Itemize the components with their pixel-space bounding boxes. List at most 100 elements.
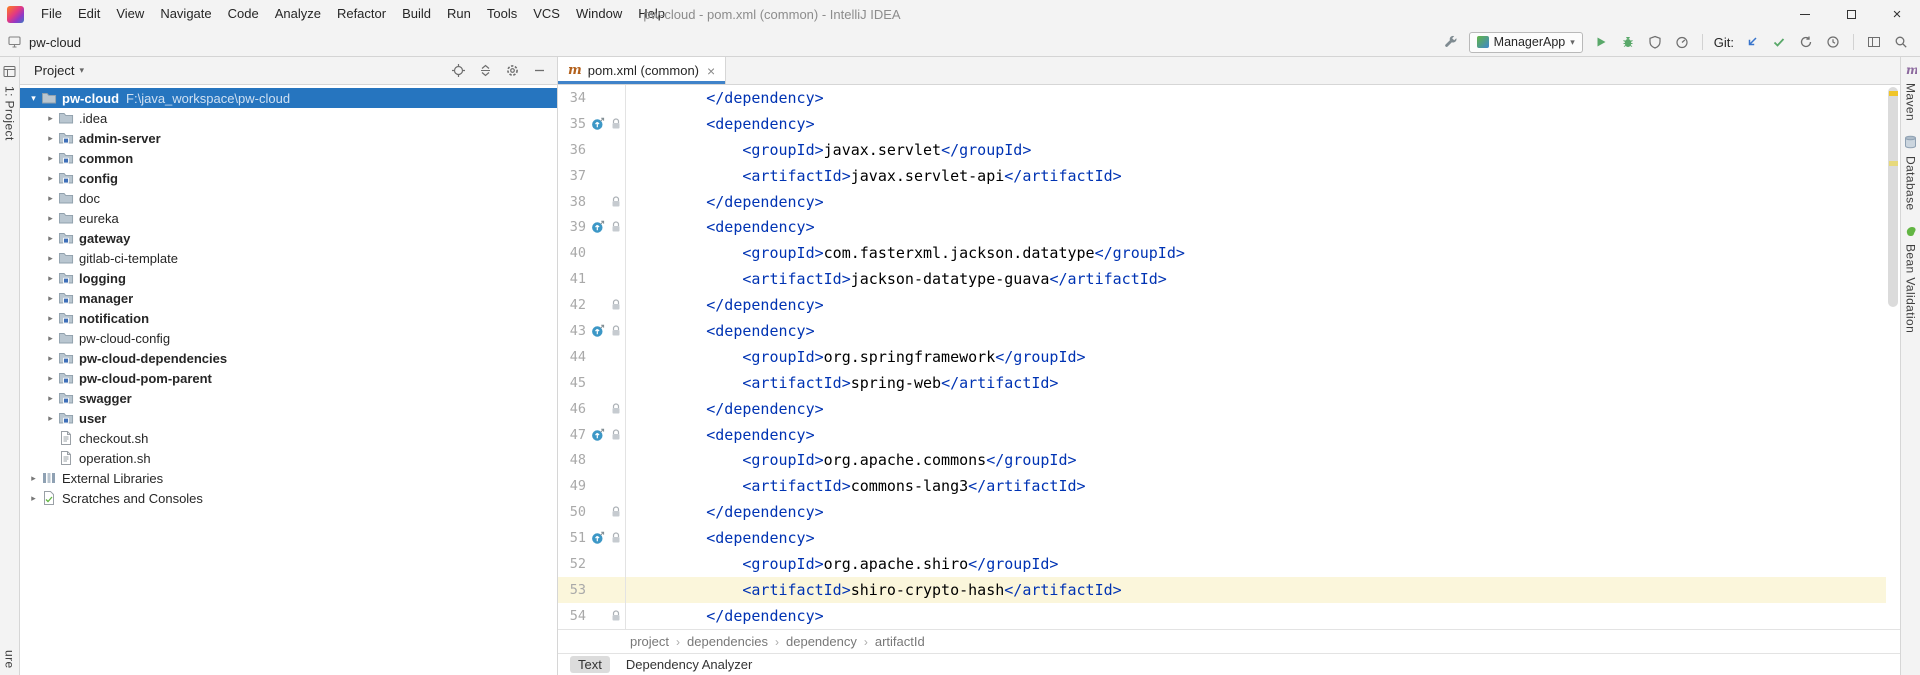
menu-edit[interactable]: Edit xyxy=(70,0,108,28)
tree-item-config[interactable]: ▸config xyxy=(20,168,557,188)
bottom-tab-text[interactable]: Text xyxy=(570,656,610,673)
search-everywhere-icon[interactable] xyxy=(1892,33,1910,51)
menu-build[interactable]: Build xyxy=(394,0,439,28)
breadcrumb-dependency[interactable]: dependency xyxy=(786,634,857,649)
expand-arrow-icon[interactable]: ▸ xyxy=(26,473,41,484)
tree-item-gitlab-ci-template[interactable]: ▸gitlab-ci-template xyxy=(20,248,557,268)
menu-vcs[interactable]: VCS xyxy=(525,0,568,28)
code-line-41[interactable]: 41 <artifactId>jackson-datatype-guava</a… xyxy=(558,266,1886,292)
error-stripe-mark[interactable] xyxy=(1889,91,1898,96)
menu-refactor[interactable]: Refactor xyxy=(329,0,394,28)
run-config-selector[interactable]: ManagerApp ▾ xyxy=(1469,32,1583,53)
expand-arrow-icon[interactable]: ▸ xyxy=(43,313,58,324)
gear-icon[interactable] xyxy=(505,63,520,78)
code-line-50[interactable]: 50 </dependency> xyxy=(558,499,1886,525)
navigation-bar-project[interactable]: pw-cloud xyxy=(29,35,81,50)
menu-code[interactable]: Code xyxy=(220,0,267,28)
hide-panel-icon[interactable] xyxy=(532,63,547,78)
menu-window[interactable]: Window xyxy=(568,0,630,28)
history-button[interactable] xyxy=(1824,33,1842,51)
tree-item-common[interactable]: ▸common xyxy=(20,148,557,168)
tree-item-doc[interactable]: ▸doc xyxy=(20,188,557,208)
code-line-34[interactable]: 34 </dependency> xyxy=(558,85,1886,111)
collapse-all-icon[interactable] xyxy=(478,63,493,78)
expand-arrow-icon[interactable]: ▸ xyxy=(43,273,58,284)
menu-file[interactable]: File xyxy=(33,0,70,28)
code-line-42[interactable]: 42 </dependency> xyxy=(558,292,1886,318)
expand-arrow-icon[interactable]: ▸ xyxy=(43,193,58,204)
expand-arrow-icon[interactable]: ▾ xyxy=(26,93,41,104)
code-line-54[interactable]: 54 </dependency> xyxy=(558,603,1886,629)
tree-item-scratches-and-consoles[interactable]: ▸Scratches and Consoles xyxy=(20,488,557,508)
expand-arrow-icon[interactable]: ▸ xyxy=(43,233,58,244)
editor-tab-pom-xml[interactable]: m pom.xml (common) × xyxy=(558,57,726,84)
locate-file-icon[interactable] xyxy=(451,63,466,78)
tab-close-icon[interactable]: × xyxy=(707,63,715,79)
code-line-44[interactable]: 44 <groupId>org.springframework</groupId… xyxy=(558,344,1886,370)
menu-run[interactable]: Run xyxy=(439,0,479,28)
menu-view[interactable]: View xyxy=(108,0,152,28)
commit-button[interactable] xyxy=(1770,33,1788,51)
structure-tool-button[interactable]: ure xyxy=(0,650,19,669)
tree-item-manager[interactable]: ▸manager xyxy=(20,288,557,308)
tree-item-admin-server[interactable]: ▸admin-server xyxy=(20,128,557,148)
tree-item-operation-sh[interactable]: operation.sh xyxy=(20,448,557,468)
override-gutter-icon[interactable] xyxy=(586,428,609,442)
tool-window-button-maven[interactable]: mMaven xyxy=(1901,63,1920,121)
tree-item-user[interactable]: ▸user xyxy=(20,408,557,428)
code-line-51[interactable]: 51 <dependency> xyxy=(558,525,1886,551)
project-view-selector[interactable]: Project ▾ xyxy=(34,63,84,78)
tool-window-button-database[interactable]: Database xyxy=(1901,135,1920,211)
expand-arrow-icon[interactable]: ▸ xyxy=(43,393,58,404)
menu-navigate[interactable]: Navigate xyxy=(152,0,219,28)
code-line-35[interactable]: 35 <dependency> xyxy=(558,111,1886,137)
override-gutter-icon[interactable] xyxy=(586,531,609,545)
debug-button[interactable] xyxy=(1619,33,1637,51)
expand-arrow-icon[interactable]: ▸ xyxy=(43,353,58,364)
maximize-button[interactable] xyxy=(1828,0,1874,28)
code-line-47[interactable]: 47 <dependency> xyxy=(558,422,1886,448)
code-line-52[interactable]: 52 <groupId>org.apache.shiro</groupId> xyxy=(558,551,1886,577)
code-line-43[interactable]: 43 <dependency> xyxy=(558,318,1886,344)
tree-item-pw-cloud-dependencies[interactable]: ▸pw-cloud-dependencies xyxy=(20,348,557,368)
code-line-46[interactable]: 46 </dependency> xyxy=(558,396,1886,422)
code-editor[interactable]: 34 </dependency>35 <dependency>36 <group… xyxy=(558,85,1886,629)
expand-arrow-icon[interactable]: ▸ xyxy=(26,493,41,504)
tree-item-pw-cloud-pom-parent[interactable]: ▸pw-cloud-pom-parent xyxy=(20,368,557,388)
tree-item-notification[interactable]: ▸notification xyxy=(20,308,557,328)
code-line-45[interactable]: 45 <artifactId>spring-web</artifactId> xyxy=(558,370,1886,396)
close-button[interactable]: × xyxy=(1874,0,1920,28)
editor-scrollbar[interactable] xyxy=(1886,85,1900,629)
code-line-49[interactable]: 49 <artifactId>commons-lang3</artifactId… xyxy=(558,473,1886,499)
expand-arrow-icon[interactable]: ▸ xyxy=(43,253,58,264)
tool-window-button-bean-validation[interactable]: Bean Validation xyxy=(1901,225,1920,333)
coverage-button[interactable] xyxy=(1646,33,1664,51)
expand-arrow-icon[interactable]: ▸ xyxy=(43,413,58,424)
expand-arrow-icon[interactable]: ▸ xyxy=(43,133,58,144)
tree-item-pw-cloud-config[interactable]: ▸pw-cloud-config xyxy=(20,328,557,348)
override-gutter-icon[interactable] xyxy=(586,117,609,131)
tree-item-idea[interactable]: ▸.idea xyxy=(20,108,557,128)
tool-window-button-project[interactable]: 1: Project xyxy=(0,57,19,141)
tree-item-eureka[interactable]: ▸eureka xyxy=(20,208,557,228)
code-line-48[interactable]: 48 <groupId>org.apache.commons</groupId> xyxy=(558,447,1886,473)
breadcrumb-project[interactable]: project xyxy=(630,634,669,649)
minimize-button[interactable] xyxy=(1782,0,1828,28)
rollback-button[interactable] xyxy=(1797,33,1815,51)
breadcrumb-dependencies[interactable]: dependencies xyxy=(687,634,768,649)
tree-item-logging[interactable]: ▸logging xyxy=(20,268,557,288)
code-line-53[interactable]: 53 <artifactId>shiro-crypto-hash</artifa… xyxy=(558,577,1886,603)
tree-item-checkout-sh[interactable]: checkout.sh xyxy=(20,428,557,448)
code-line-40[interactable]: 40 <groupId>com.fasterxml.jackson.dataty… xyxy=(558,240,1886,266)
override-gutter-icon[interactable] xyxy=(586,220,609,234)
expand-arrow-icon[interactable]: ▸ xyxy=(43,293,58,304)
scrollbar-thumb[interactable] xyxy=(1888,87,1898,307)
tree-item-gateway[interactable]: ▸gateway xyxy=(20,228,557,248)
expand-arrow-icon[interactable]: ▸ xyxy=(43,153,58,164)
error-stripe-mark[interactable] xyxy=(1889,161,1898,166)
expand-arrow-icon[interactable]: ▸ xyxy=(43,213,58,224)
profiler-button[interactable] xyxy=(1673,33,1691,51)
tree-item-external-libraries[interactable]: ▸External Libraries xyxy=(20,468,557,488)
code-line-39[interactable]: 39 <dependency> xyxy=(558,214,1886,240)
window-layout-icon[interactable] xyxy=(1865,33,1883,51)
